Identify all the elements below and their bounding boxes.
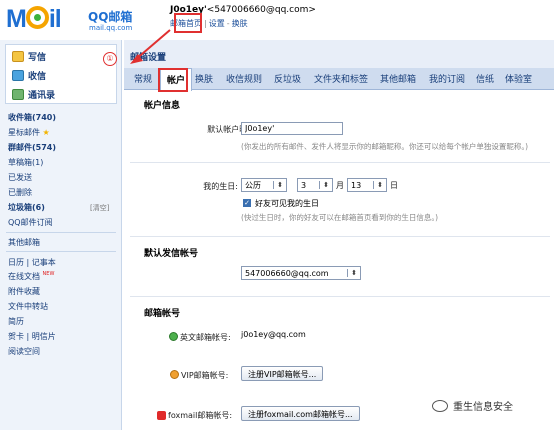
folder-starred[interactable]: 星标邮件 ★ [8, 127, 50, 138]
chevron-down-icon: ⬍ [273, 181, 283, 189]
tool-cards[interactable]: 贺卡 | 明信片 [8, 331, 56, 342]
day-unit: 日 [390, 181, 398, 190]
pencil-icon [12, 50, 24, 62]
star-icon: ★ [42, 128, 50, 137]
user-email: <547006660@qq.com> [206, 5, 316, 15]
link-skin[interactable]: 换肤 [232, 19, 248, 28]
sidebar-divider [6, 232, 116, 233]
qq-mail-logo[interactable]: Mil QQ邮箱 mail.qq.com [6, 4, 132, 36]
default-sender-select[interactable]: 547006660@qq.com ⬍ [241, 266, 361, 280]
compose-button[interactable]: 写信 [12, 48, 46, 64]
birthday-hint: (快过生日时，你的好友可以在邮箱首页看到你的生日信息。) [241, 213, 439, 222]
divider [130, 236, 550, 237]
birthday-label: 我的生日: [203, 182, 238, 191]
tool-online-docs[interactable]: 在线文档 NEW [8, 271, 54, 282]
tool-calendar-notes[interactable]: 日历 | 记事本 [8, 257, 56, 268]
folder-drafts[interactable]: 草稿箱(1) [8, 157, 43, 168]
folder-sent[interactable]: 已发送 [8, 172, 32, 183]
divider [130, 296, 550, 297]
settings-tabs: 常规 帐户 换肤 收信规则 反垃圾 文件夹和标签 其他邮箱 我的订阅 信纸 体验… [124, 68, 554, 91]
tab-antispam[interactable]: 反垃圾 [274, 72, 301, 85]
register-foxmail-button[interactable]: 注册foxmail.com邮箱帐号... [241, 406, 360, 421]
left-sidebar: 写信 收信 通讯录 ① 收件箱(740) 星标邮件 ★ 群邮件(574) 草稿箱… [0, 40, 122, 430]
tool-resume[interactable]: 简历 [8, 316, 24, 327]
tab-general[interactable]: 常规 [134, 72, 152, 85]
birthday-visible-checkbox[interactable]: ✓ [243, 199, 251, 207]
day-select[interactable]: 13 ⬍ [347, 178, 387, 192]
contacts-icon [12, 88, 24, 100]
sidebar-actions: 写信 收信 通讯录 ① [5, 44, 117, 104]
foxmail-icon [157, 411, 166, 420]
link-settings[interactable]: 设置 [209, 19, 225, 28]
tab-subscriptions[interactable]: 我的订阅 [429, 72, 465, 85]
clear-spam-link[interactable]: [清空] [90, 203, 109, 213]
inbox-icon [12, 69, 24, 81]
page-title: 邮箱设置 [130, 53, 167, 63]
new-badge: NEW [42, 271, 55, 277]
calendar-type-select[interactable]: 公历 ⬍ [241, 178, 287, 192]
vip-account-icon [170, 370, 179, 379]
chevron-down-icon: ⬍ [319, 181, 329, 189]
mail-accounts-heading: 邮箱帐号 [144, 309, 181, 319]
chevron-down-icon: ⬍ [347, 269, 357, 277]
nickname-hint: (你发出的所有邮件、发件人将显示你的邮箱昵称。你还可以给每个帐户单独设置昵称。) [241, 142, 529, 151]
folder-subscriptions[interactable]: QQ邮件订阅 [8, 217, 53, 228]
settings-panel: 邮箱设置 常规 帐户 换肤 收信规则 反垃圾 文件夹和标签 其他邮箱 我的订阅 … [124, 40, 554, 430]
account-info-heading: 帐户信息 [144, 101, 181, 111]
register-vip-button[interactable]: 注册VIP邮箱帐号... [241, 366, 324, 381]
logo-o-icon [25, 6, 49, 29]
tab-skin[interactable]: 换肤 [195, 72, 213, 85]
folder-deleted[interactable]: 已删除 [8, 187, 32, 198]
tool-file-transfer[interactable]: 文件中转站 [8, 301, 48, 312]
foxmail-account-label: foxmail邮箱帐号: [168, 411, 233, 420]
english-account-value: j0o1ey@qq.com [241, 330, 306, 339]
tab-stationery[interactable]: 信纸 [476, 72, 494, 85]
watermark: 重生信息安全 [432, 398, 513, 413]
logo-url-text: mail.qq.com [89, 24, 133, 32]
vip-account-label: VIP邮箱帐号: [181, 371, 229, 380]
month-unit: 月 [336, 181, 344, 190]
wechat-icon [432, 399, 448, 412]
month-select[interactable]: 3 ⬍ [297, 178, 333, 192]
tab-rules[interactable]: 收信规则 [226, 72, 262, 85]
tab-other-mailbox[interactable]: 其他邮箱 [380, 72, 416, 85]
folder-inbox[interactable]: 收件箱(740) [8, 112, 56, 123]
inbox-button[interactable]: 收信 [12, 67, 46, 83]
chevron-down-icon: ⬍ [373, 181, 383, 189]
tool-attachments[interactable]: 附件收藏 [8, 286, 40, 297]
logo-qq-text: QQ邮箱 [88, 10, 133, 24]
folder-other-mailbox[interactable]: 其他邮箱 [8, 237, 40, 248]
birthday-visible-label: 好友可见我的生日 [255, 199, 319, 208]
settings-highlight-box [174, 13, 202, 33]
account-tab-highlight-box [158, 68, 188, 92]
tab-folders-labels[interactable]: 文件夹和标签 [314, 72, 368, 85]
english-account-icon [169, 332, 178, 341]
tab-lab[interactable]: 体验室 [505, 72, 532, 85]
default-sender-heading: 默认发信帐号 [144, 249, 199, 259]
annotation-number-1: ① [103, 52, 117, 66]
nickname-input[interactable] [241, 122, 343, 135]
sidebar-divider [6, 251, 116, 252]
divider [130, 162, 550, 163]
contacts-button[interactable]: 通讯录 [12, 86, 55, 102]
tool-reading-space[interactable]: 阅读空间 [8, 346, 40, 357]
folder-spam[interactable]: 垃圾箱(6) [8, 202, 45, 213]
folder-group[interactable]: 群邮件(574) [8, 142, 56, 153]
top-header: Mil QQ邮箱 mail.qq.com J0o1ey'<547006660@q… [0, 0, 554, 40]
english-account-label: 英文邮箱帐号: [180, 333, 231, 342]
